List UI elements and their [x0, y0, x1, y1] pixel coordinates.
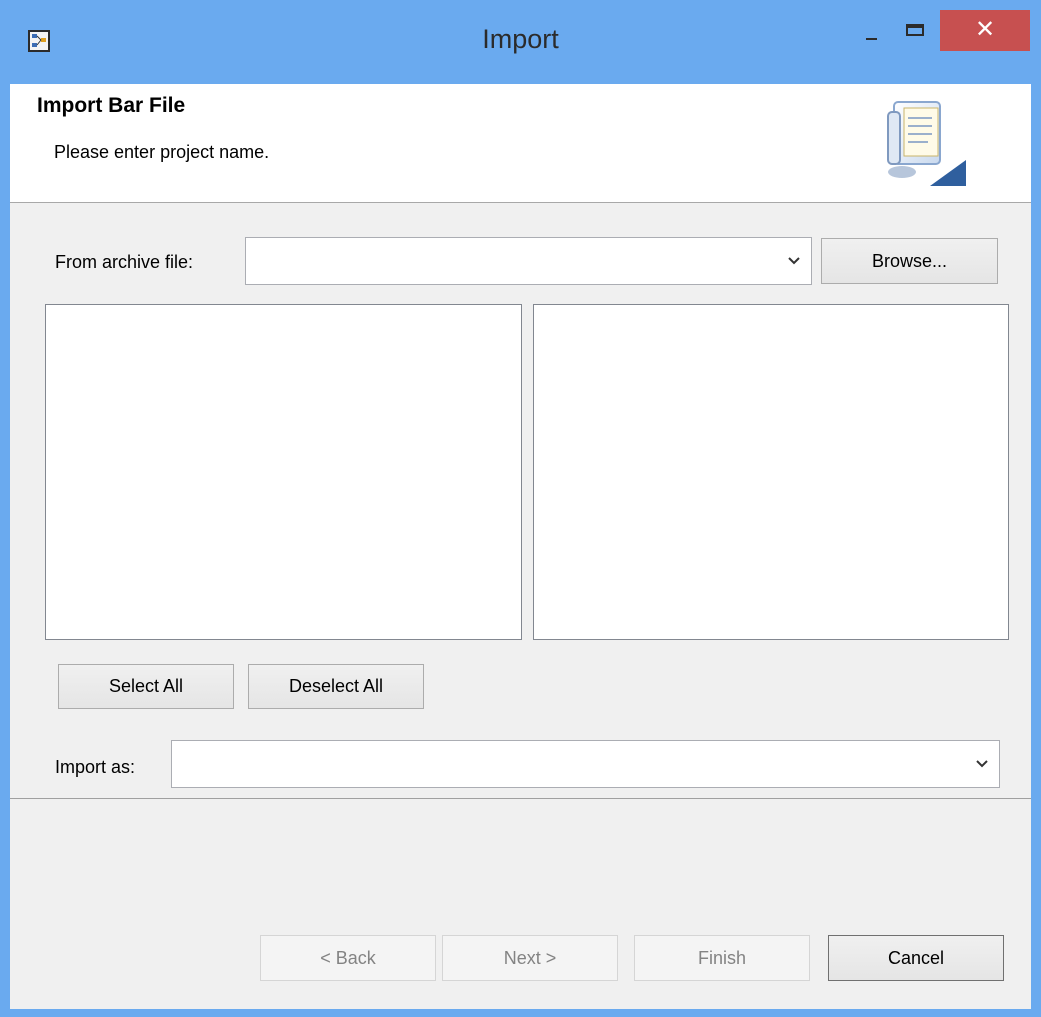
close-icon: ✕: [974, 16, 996, 43]
back-button[interactable]: < Back: [260, 935, 436, 981]
import-as-combo[interactable]: [171, 740, 1000, 788]
import-archive-icon: [868, 94, 968, 194]
archive-file-combo[interactable]: [245, 237, 812, 285]
import-dialog-window: Import ✕ Import Bar File Please enter pr…: [0, 0, 1041, 1017]
folder-tree-panel[interactable]: [45, 304, 522, 640]
chevron-down-icon[interactable]: [975, 756, 989, 772]
minimize-button[interactable]: [848, 12, 894, 50]
footer-separator: [10, 798, 1031, 799]
page-title: Import Bar File: [37, 94, 186, 117]
finish-button[interactable]: Finish: [634, 935, 810, 981]
close-button[interactable]: ✕: [940, 10, 1030, 51]
wizard-banner: Import Bar File Please enter project nam…: [10, 84, 1031, 203]
archive-file-label: From archive file:: [55, 252, 194, 272]
deselect-all-button[interactable]: Deselect All: [248, 664, 424, 709]
cancel-button[interactable]: Cancel: [828, 935, 1004, 981]
select-all-button[interactable]: Select All: [58, 664, 234, 709]
dialog-client-area: Import Bar File Please enter project nam…: [10, 84, 1031, 1009]
page-message: Please enter project name.: [54, 142, 270, 162]
import-as-label: Import as:: [55, 757, 136, 777]
title-bar[interactable]: Import ✕: [0, 0, 1041, 84]
maximize-button[interactable]: [894, 12, 940, 50]
next-button[interactable]: Next >: [442, 935, 618, 981]
chevron-down-icon[interactable]: [787, 253, 801, 269]
browse-button[interactable]: Browse...: [821, 238, 998, 284]
file-list-panel[interactable]: [533, 304, 1009, 640]
